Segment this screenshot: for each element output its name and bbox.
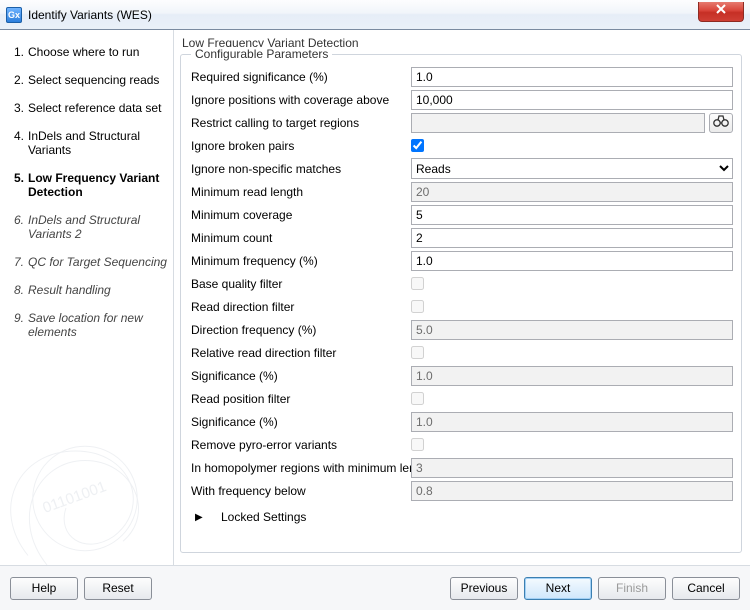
label-remove-pyro: Remove pyro-error variants xyxy=(189,438,411,452)
input-restrict-regions[interactable] xyxy=(411,113,705,133)
chevron-right-icon: ▶ xyxy=(195,512,215,523)
label-read-pos-filter: Read position filter xyxy=(189,392,411,406)
label-required-significance: Required significance (%) xyxy=(189,70,411,84)
row-ignore-cov-above: Ignore positions with coverage above xyxy=(189,88,733,111)
row-min-read-len: Minimum read length xyxy=(189,180,733,203)
previous-button[interactable]: Previous xyxy=(450,577,518,600)
label-min-count: Minimum count xyxy=(189,231,411,245)
close-button[interactable] xyxy=(698,2,744,22)
label-with-freq-below: With frequency below xyxy=(189,484,411,498)
help-button[interactable]: Help xyxy=(10,577,78,600)
row-rel-read-dir-filter: Relative read direction filter xyxy=(189,341,733,364)
input-min-freq[interactable] xyxy=(411,251,733,271)
row-homopolymer-len: In homopolymer regions with minimum leng… xyxy=(189,456,733,479)
label-read-dir-filter: Read direction filter xyxy=(189,300,411,314)
group-legend: Configurable Parameters xyxy=(191,47,332,61)
wizard-step-2[interactable]: Select sequencing reads xyxy=(10,68,167,96)
row-min-freq: Minimum frequency (%) xyxy=(189,249,733,272)
row-min-count: Minimum count xyxy=(189,226,733,249)
window-title: Identify Variants (WES) xyxy=(28,8,152,22)
svg-text:01101001: 01101001 xyxy=(40,478,108,517)
row-base-quality-filter: Base quality filter xyxy=(189,272,733,295)
wizard-step-3[interactable]: Select reference data set xyxy=(10,96,167,124)
locked-settings-label: Locked Settings xyxy=(215,510,306,524)
wizard-step-6[interactable]: InDels and Structural Variants 2 xyxy=(10,208,167,250)
check-rel-read-dir-filter xyxy=(411,346,424,359)
decorative-swirl: 01101001 xyxy=(0,365,180,575)
wizard-step-1[interactable]: Choose where to run xyxy=(10,40,167,68)
main-panel: Low Frequency Variant Detection Configur… xyxy=(174,30,750,565)
label-rel-read-dir-filter: Relative read direction filter xyxy=(189,346,411,360)
row-read-pos-filter: Read position filter xyxy=(189,387,733,410)
input-min-coverage[interactable] xyxy=(411,205,733,225)
label-significance-1: Significance (%) xyxy=(189,369,411,383)
footer: Help Reset Previous Next Finish Cancel xyxy=(0,566,750,610)
check-base-quality-filter xyxy=(411,277,424,290)
input-required-significance[interactable] xyxy=(411,67,733,87)
check-remove-pyro xyxy=(411,438,424,451)
next-button[interactable]: Next xyxy=(524,577,592,600)
label-ignore-non-specific: Ignore non-specific matches xyxy=(189,162,411,176)
row-min-coverage: Minimum coverage xyxy=(189,203,733,226)
label-restrict-regions: Restrict calling to target regions xyxy=(189,116,411,130)
label-base-quality-filter: Base quality filter xyxy=(189,277,411,291)
check-read-dir-filter xyxy=(411,300,424,313)
row-ignore-broken-pairs: Ignore broken pairs xyxy=(189,134,733,157)
label-ignore-broken-pairs: Ignore broken pairs xyxy=(189,139,411,153)
browse-regions-button[interactable] xyxy=(709,113,733,133)
label-homopolymer-len: In homopolymer regions with minimum leng… xyxy=(189,461,411,475)
configurable-parameters-group: Configurable Parameters Required signifi… xyxy=(180,54,742,553)
label-min-read-len: Minimum read length xyxy=(189,185,411,199)
row-significance-2: Significance (%) xyxy=(189,410,733,433)
input-significance-2 xyxy=(411,412,733,432)
row-ignore-non-specific: Ignore non-specific matches Reads xyxy=(189,157,733,180)
label-direction-freq: Direction frequency (%) xyxy=(189,323,411,337)
cancel-button[interactable]: Cancel xyxy=(672,577,740,600)
binoculars-icon xyxy=(713,114,729,131)
reset-button[interactable]: Reset xyxy=(84,577,152,600)
input-significance-1 xyxy=(411,366,733,386)
wizard-step-8[interactable]: Result handling xyxy=(10,278,167,306)
label-significance-2: Significance (%) xyxy=(189,415,411,429)
label-min-coverage: Minimum coverage xyxy=(189,208,411,222)
row-direction-freq: Direction frequency (%) xyxy=(189,318,733,341)
input-homopolymer-len xyxy=(411,458,733,478)
row-read-dir-filter: Read direction filter xyxy=(189,295,733,318)
row-with-freq-below: With frequency below xyxy=(189,479,733,502)
input-ignore-cov-above[interactable] xyxy=(411,90,733,110)
wizard-step-9[interactable]: Save location for new elements xyxy=(10,306,167,348)
row-remove-pyro: Remove pyro-error variants xyxy=(189,433,733,456)
label-min-freq: Minimum frequency (%) xyxy=(189,254,411,268)
wizard-step-7[interactable]: QC for Target Sequencing xyxy=(10,250,167,278)
input-with-freq-below xyxy=(411,481,733,501)
check-read-pos-filter xyxy=(411,392,424,405)
wizard-step-5[interactable]: Low Frequency Variant Detection xyxy=(10,166,167,208)
row-restrict-regions: Restrict calling to target regions xyxy=(189,111,733,134)
finish-button: Finish xyxy=(598,577,666,600)
input-min-count[interactable] xyxy=(411,228,733,248)
titlebar: Gx Identify Variants (WES) xyxy=(0,0,750,30)
row-required-significance: Required significance (%) xyxy=(189,65,733,88)
wizard-steps-list: Choose where to run Select sequencing re… xyxy=(10,40,167,348)
wizard-step-4[interactable]: InDels and Structural Variants xyxy=(10,124,167,166)
select-ignore-non-specific[interactable]: Reads xyxy=(411,158,733,179)
label-ignore-cov-above: Ignore positions with coverage above xyxy=(189,93,411,107)
app-icon: Gx xyxy=(6,7,22,23)
input-min-read-len xyxy=(411,182,733,202)
check-ignore-broken-pairs[interactable] xyxy=(411,139,424,152)
wizard-steps-sidebar: Choose where to run Select sequencing re… xyxy=(0,30,174,565)
locked-settings-toggle[interactable]: ▶ Locked Settings xyxy=(189,502,733,524)
row-significance-1: Significance (%) xyxy=(189,364,733,387)
input-direction-freq xyxy=(411,320,733,340)
